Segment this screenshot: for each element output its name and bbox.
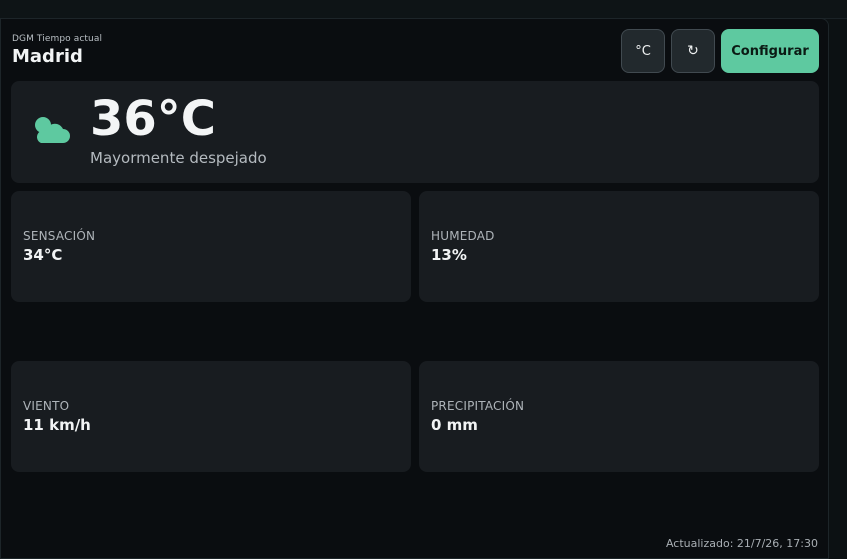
widget-label: DGM Tiempo actual	[12, 34, 103, 44]
weather-widget: DGM Tiempo actual Madrid °C ↻ Configurar…	[0, 18, 829, 559]
stat-value: 0 mm	[431, 416, 478, 434]
stat-wind: VIENTO 11 km/h	[11, 361, 411, 472]
current-temperature: 36°C	[90, 91, 217, 147]
refresh-icon: ↻	[687, 43, 699, 59]
stat-label: VIENTO	[23, 399, 70, 413]
configure-button[interactable]: Configurar	[721, 29, 819, 73]
current-conditions-panel: 36°C Mayormente despejado	[11, 81, 819, 183]
stat-precipitation: PRECIPITACIÓN 0 mm	[419, 361, 819, 472]
unit-toggle-button[interactable]: °C	[621, 29, 665, 73]
city-name: Madrid	[12, 46, 83, 67]
refresh-button[interactable]: ↻	[671, 29, 715, 73]
stat-value: 13%	[431, 246, 467, 264]
stat-label: PRECIPITACIÓN	[431, 399, 525, 413]
stat-feels-like: SENSACIÓN 34°C	[11, 191, 411, 302]
last-updated: Actualizado: 21/7/26, 17:30	[665, 537, 818, 550]
stat-value: 11 km/h	[23, 416, 91, 434]
stat-label: HUMEDAD	[431, 229, 495, 243]
stat-label: SENSACIÓN	[23, 229, 96, 243]
partly-cloudy-icon	[35, 117, 70, 143]
stat-value: 34°C	[23, 246, 63, 264]
weather-condition: Mayormente despejado	[90, 149, 267, 167]
stat-humidity: HUMEDAD 13%	[419, 191, 819, 302]
window-top-bar	[0, 0, 847, 19]
